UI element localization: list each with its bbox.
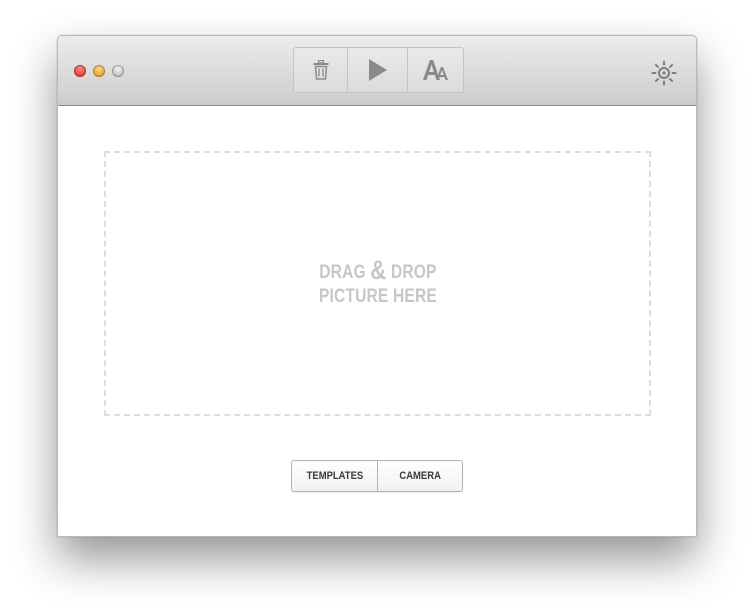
app-window: DRAG & DROP PICTURE HERE TEMPLATES CAMER…: [57, 35, 697, 537]
font-size-icon: [423, 60, 449, 80]
window-controls: [74, 65, 124, 77]
source-segmented-control: TEMPLATES CAMERA: [291, 460, 463, 492]
titlebar[interactable]: [58, 36, 696, 106]
toolbar-button-group: [293, 47, 464, 93]
play-icon: [368, 59, 387, 81]
zoom-window-button[interactable]: [112, 65, 124, 77]
drop-text-drag: DRAG: [318, 262, 370, 283]
picture-drop-zone[interactable]: DRAG & DROP PICTURE HERE: [104, 151, 651, 416]
drop-text-ampersand: &: [369, 255, 387, 285]
close-window-button[interactable]: [74, 65, 86, 77]
templates-button[interactable]: TEMPLATES: [292, 461, 378, 491]
drop-instructions-line-1: DRAG & DROP: [318, 255, 437, 285]
drop-instructions: DRAG & DROP PICTURE HERE: [318, 255, 437, 309]
sun-gear-icon: [651, 60, 677, 86]
settings-button[interactable]: [651, 60, 677, 86]
delete-button[interactable]: [294, 48, 349, 92]
minimize-window-button[interactable]: [93, 65, 105, 77]
trash-icon: [313, 60, 329, 80]
play-button[interactable]: [348, 48, 408, 92]
drop-text-drop: DROP: [386, 262, 437, 283]
camera-button[interactable]: CAMERA: [378, 461, 462, 491]
font-button[interactable]: [408, 48, 463, 92]
templates-label: TEMPLATES: [306, 470, 363, 482]
drop-instructions-line-2: PICTURE HERE: [318, 286, 437, 307]
camera-label: CAMERA: [399, 470, 441, 482]
